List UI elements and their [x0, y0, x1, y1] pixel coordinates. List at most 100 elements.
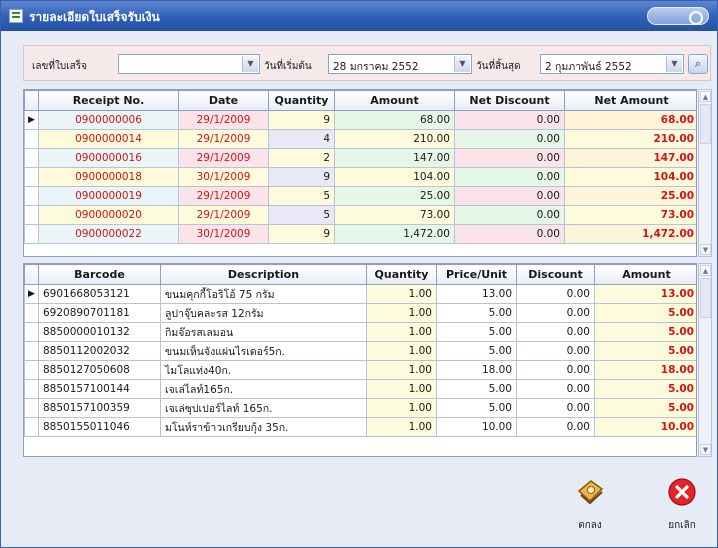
row-selector[interactable]	[24, 129, 39, 149]
ok-button[interactable]: ตกลง	[565, 477, 615, 533]
receipt-no-cell: 0900000016	[38, 148, 179, 168]
item-amount-cell: 5.00	[594, 322, 696, 342]
item-quantity-cell: 1.00	[366, 322, 437, 342]
row-selector[interactable]	[24, 205, 39, 225]
row-selector[interactable]	[24, 186, 39, 206]
row-selector[interactable]	[24, 303, 39, 323]
chevron-down-icon[interactable]: ▼	[666, 56, 682, 72]
item-row[interactable]: 8850000010132 กิมจ๊อรสเลมอน 1.00 5.00 0.00 5.…	[24, 322, 696, 342]
price-unit-cell: 10.00	[436, 417, 517, 437]
scroll-down-icon[interactable]: ▼	[700, 444, 711, 455]
col-barcode[interactable]: Barcode	[38, 264, 161, 285]
row-selector[interactable]	[24, 398, 39, 418]
price-unit-cell: 5.00	[436, 303, 517, 323]
item-row[interactable]: 8850157100144 เจเล่ไลท์165ก. 1.00 5.00 0.00 5…	[24, 379, 696, 399]
receipts-scrollbar[interactable]: ▲ ▼	[698, 89, 712, 257]
scroll-thumb[interactable]	[700, 278, 711, 318]
binoculars-icon[interactable]: ⌕	[688, 54, 708, 74]
col-quantity[interactable]: Quantity	[268, 90, 335, 111]
scroll-up-icon[interactable]: ▲	[700, 91, 711, 102]
receipt-row[interactable]: 0900000020 29/1/2009 5 73.00 0.00 73.00	[24, 205, 696, 225]
cancel-button[interactable]: ยกเลิก	[657, 477, 707, 533]
col-price-unit[interactable]: Price/Unit	[436, 264, 517, 285]
description-cell: มโนห์ราข้าวเกรียบกุ้ง 35ก.	[160, 417, 367, 437]
price-unit-cell: 5.00	[436, 322, 517, 342]
date-cell: 30/1/2009	[178, 167, 269, 187]
row-selector[interactable]	[24, 322, 39, 342]
quantity-cell: 9	[268, 167, 335, 187]
row-selector[interactable]: ▶	[24, 284, 39, 304]
receipt-row[interactable]: ▶ 0900000006 29/1/2009 9 68.00 0.00 68.00	[24, 110, 696, 130]
scroll-down-icon[interactable]: ▼	[700, 244, 711, 255]
close-button[interactable]	[647, 7, 709, 25]
col-net-amount[interactable]: Net Amount	[564, 90, 696, 111]
quantity-cell: 5	[268, 205, 335, 225]
date-cell: 29/1/2009	[178, 148, 269, 168]
col-net-discount[interactable]: Net Discount	[454, 90, 565, 111]
receipt-no-label: เลขที่ใบเสร็จ	[32, 61, 87, 72]
row-selector[interactable]: ▶	[24, 110, 39, 130]
item-quantity-cell: 1.00	[366, 341, 437, 361]
receipt-row[interactable]: 0900000014 29/1/2009 4 210.00 0.00 210.00	[24, 129, 696, 149]
quantity-cell: 9	[268, 224, 335, 244]
item-discount-cell: 0.00	[516, 379, 595, 399]
row-selector[interactable]	[24, 360, 39, 380]
ok-tag-icon	[577, 480, 604, 505]
receipt-row[interactable]: 0900000016 29/1/2009 2 147.00 0.00 147.00	[24, 148, 696, 168]
row-selector[interactable]	[24, 379, 39, 399]
receipt-row[interactable]: 0900000018 30/1/2009 9 104.00 0.00 104.00	[24, 167, 696, 187]
description-cell: ไมโลแท่ง40ก.	[160, 360, 367, 380]
receipt-row[interactable]: 0900000019 29/1/2009 5 25.00 0.00 25.00	[24, 186, 696, 206]
amount-cell: 147.00	[334, 148, 455, 168]
item-row[interactable]: 8850155011046 มโนห์ราข้าวเกรียบกุ้ง 35ก. 1…	[24, 417, 696, 437]
barcode-cell: 8850157100359	[38, 398, 161, 418]
receipt-no-select[interactable]: ▼	[118, 54, 260, 74]
scroll-up-icon[interactable]: ▲	[700, 265, 711, 276]
row-selector[interactable]	[24, 148, 39, 168]
quantity-cell: 4	[268, 129, 335, 149]
item-row[interactable]: ▶ 6901668053121 ขนมคุกกี้โอริโอ้ 75 กรัม 1.…	[24, 284, 696, 304]
window-list-icon	[9, 9, 23, 23]
amount-cell: 68.00	[334, 110, 455, 130]
quantity-cell: 9	[268, 110, 335, 130]
ok-label: ตกลง	[578, 520, 602, 531]
net-discount-cell: 0.00	[454, 110, 565, 130]
chevron-down-icon[interactable]: ▼	[242, 56, 258, 72]
start-date-picker[interactable]: 28 มกราคม 2552 ▼	[328, 54, 472, 74]
item-row[interactable]: 8850157100359 เจเล่ซุปเปอร์ไลท์ 165ก. 1.00…	[24, 398, 696, 418]
receipt-no-cell: 0900000006	[38, 110, 179, 130]
row-selector[interactable]	[24, 167, 39, 187]
barcode-cell: 8850127050608	[38, 360, 161, 380]
receipt-row[interactable]: 0900000022 30/1/2009 9 1,472.00 0.00 1,472.00	[24, 224, 696, 244]
item-quantity-cell: 1.00	[366, 417, 437, 437]
items-scrollbar[interactable]: ▲ ▼	[698, 263, 712, 457]
barcode-cell: 8850000010132	[38, 322, 161, 342]
item-row[interactable]: 8850127050608 ไมโลแท่ง40ก. 1.00 18.00 0.00 18…	[24, 360, 696, 380]
col-item-amount[interactable]: Amount	[594, 264, 696, 285]
quantity-cell: 2	[268, 148, 335, 168]
chevron-down-icon[interactable]: ▼	[454, 56, 470, 72]
end-date-label: วันที่สิ้นสุด	[476, 61, 521, 72]
receipt-detail-window: รายละเอียดใบเสร็จรับเงิน เลขที่ใบเสร็จ ▼…	[0, 0, 718, 548]
row-selector[interactable]	[24, 224, 39, 244]
description-cell: ขนมคุกกี้โอริโอ้ 75 กรัม	[160, 284, 367, 304]
row-selector[interactable]	[24, 341, 39, 361]
row-selector[interactable]	[24, 417, 39, 437]
item-row[interactable]: 8850112002032 ขนมเห็นจังแผ่นไรเดอร์5ก. 1.0…	[24, 341, 696, 361]
col-item-discount[interactable]: Discount	[516, 264, 595, 285]
scroll-thumb[interactable]	[700, 104, 711, 144]
item-amount-cell: 5.00	[594, 303, 696, 323]
col-receipt-no[interactable]: Receipt No.	[38, 90, 179, 111]
item-row[interactable]: 6920890701181 ลูปาจุ๊บคละรส 12กรัม 1.00 5.0…	[24, 303, 696, 323]
receipt-no-cell: 0900000018	[38, 167, 179, 187]
end-date-picker[interactable]: 2 กุมภาพันธ์ 2552 ▼	[540, 54, 684, 74]
item-discount-cell: 0.00	[516, 417, 595, 437]
date-cell: 30/1/2009	[178, 224, 269, 244]
net-amount-cell: 147.00	[564, 148, 696, 168]
col-description[interactable]: Description	[160, 264, 367, 285]
col-item-quantity[interactable]: Quantity	[366, 264, 437, 285]
item-amount-cell: 13.00	[594, 284, 696, 304]
col-date[interactable]: Date	[178, 90, 269, 111]
col-amount[interactable]: Amount	[334, 90, 455, 111]
net-amount-cell: 73.00	[564, 205, 696, 225]
